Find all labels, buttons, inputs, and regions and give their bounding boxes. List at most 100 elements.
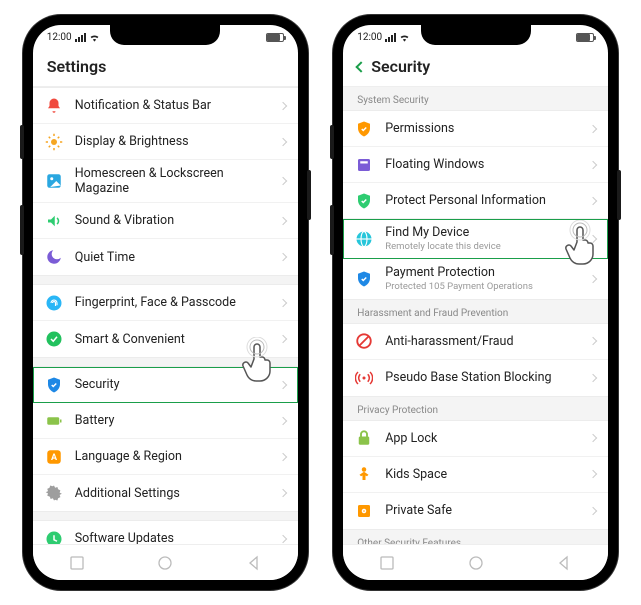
settings-row-pseudo-base-station-blocking[interactable]: Pseudo Base Station Blocking <box>343 360 608 396</box>
chevron-right-icon <box>589 507 597 515</box>
settings-row-homescreen-lockscreen-magazine[interactable]: Homescreen & Lockscreen Magazine <box>33 160 298 203</box>
chevron-right-icon <box>589 470 597 478</box>
settings-group: App Lock Kids Space Private Safe <box>343 420 608 530</box>
home-button[interactable] <box>468 555 484 571</box>
signal-icon <box>385 33 396 42</box>
signal-icon <box>75 33 86 42</box>
settings-group: Fingerprint, Face & Passcode Smart & Con… <box>33 284 298 358</box>
settings-row-protect-personal-information[interactable]: Protect Personal Information <box>343 183 608 219</box>
row-label: Display & Brightness <box>75 134 280 149</box>
chevron-right-icon <box>589 124 597 132</box>
lock-icon <box>355 429 373 447</box>
page-header: Security <box>343 49 608 87</box>
settings-row-software-updates[interactable]: Software Updates <box>33 521 298 544</box>
row-label: Language & Region <box>75 449 280 464</box>
settings-group: Software Updates About Phone <box>33 520 298 544</box>
block-icon <box>355 332 373 350</box>
recents-button[interactable] <box>69 555 85 571</box>
navigation-bar <box>343 544 608 580</box>
settings-row-kids-space[interactable]: Kids Space <box>343 457 608 493</box>
settings-row-private-safe[interactable]: Private Safe <box>343 493 608 529</box>
back-button[interactable] <box>246 555 262 571</box>
globe2-icon <box>355 230 373 248</box>
settings-row-fingerprint-face-passcode[interactable]: Fingerprint, Face & Passcode <box>33 285 298 321</box>
row-label: Homescreen & Lockscreen Magazine <box>75 166 280 196</box>
section-spacer <box>33 512 298 520</box>
row-label: Additional Settings <box>75 486 280 501</box>
page-title: Settings <box>47 57 284 76</box>
volume-button <box>330 125 334 159</box>
volume-button <box>330 205 334 255</box>
settings-row-permissions[interactable]: Permissions <box>343 111 608 147</box>
display-notch <box>110 25 220 45</box>
chevron-right-icon <box>279 137 287 145</box>
settings-group: Anti-harassment/Fraud Pseudo Base Statio… <box>343 323 608 397</box>
antenna-icon <box>355 369 373 387</box>
volume-button <box>20 125 24 159</box>
shield-icon <box>45 376 63 394</box>
settings-row-sound-vibration[interactable]: Sound & Vibration <box>33 203 298 239</box>
kid-icon <box>355 465 373 483</box>
phone-mockup-security: 12:00 Security System Security Permissio… <box>333 15 618 590</box>
chevron-right-icon <box>279 534 287 542</box>
row-label: Private Safe <box>385 503 590 518</box>
row-label: Fingerprint, Face & Passcode <box>75 295 280 310</box>
settings-row-language-region[interactable]: A Language & Region <box>33 439 298 475</box>
section-header: Privacy Protection <box>343 397 608 420</box>
settings-row-security[interactable]: Security <box>33 367 298 403</box>
display-notch <box>421 25 531 45</box>
row-label: Payment Protection <box>385 265 590 280</box>
page-header: Settings <box>33 49 298 87</box>
moon-icon <box>45 248 63 266</box>
wifi-icon <box>399 32 410 43</box>
row-label: Protect Personal Information <box>385 193 590 208</box>
shield-icon <box>355 192 373 210</box>
security-list[interactable]: System Security Permissions Floating Win… <box>343 87 608 544</box>
chevron-right-icon <box>279 216 287 224</box>
row-subtitle: Remotely locate this device <box>385 241 590 252</box>
shield-icon <box>355 270 373 288</box>
chevron-right-icon <box>589 275 597 283</box>
status-time: 12:00 <box>47 32 72 43</box>
bell-icon <box>45 97 63 115</box>
settings-row-floating-windows[interactable]: Floating Windows <box>343 147 608 183</box>
settings-row-find-my-device[interactable]: Find My Device Remotely locate this devi… <box>343 219 608 259</box>
back-button[interactable] <box>556 555 572 571</box>
chevron-right-icon <box>279 298 287 306</box>
settings-row-notification-status-bar[interactable]: Notification & Status Bar <box>33 88 298 124</box>
section-spacer <box>33 276 298 284</box>
section-header: Other Security Features <box>343 530 608 544</box>
row-label: Kids Space <box>385 467 590 482</box>
status-time: 12:00 <box>357 32 382 43</box>
back-icon[interactable] <box>356 61 367 72</box>
section-header: System Security <box>343 87 608 110</box>
row-label: Floating Windows <box>385 157 590 172</box>
settings-list[interactable]: Notification & Status Bar Display & Brig… <box>33 87 298 544</box>
row-label: App Lock <box>385 431 590 446</box>
home-button[interactable] <box>157 555 173 571</box>
chevron-right-icon <box>589 160 597 168</box>
settings-row-payment-protection[interactable]: Payment Protection Protected 105 Payment… <box>343 259 608 298</box>
recents-button[interactable] <box>379 555 395 571</box>
section-header: Harassment and Fraud Prevention <box>343 300 608 323</box>
settings-row-smart-convenient[interactable]: Smart & Convenient <box>33 321 298 357</box>
settings-row-battery[interactable]: Battery <box>33 403 298 439</box>
gear-icon <box>45 484 63 502</box>
sun-icon <box>45 133 63 151</box>
globe-icon: A <box>45 448 63 466</box>
settings-row-anti-harassment-fraud[interactable]: Anti-harassment/Fraud <box>343 324 608 360</box>
wifi-icon <box>89 32 100 43</box>
settings-row-additional-settings[interactable]: Additional Settings <box>33 475 298 511</box>
chevron-right-icon <box>589 196 597 204</box>
row-label: Software Updates <box>75 531 280 544</box>
svg-text:A: A <box>51 453 58 463</box>
row-subtitle: Protected 105 Payment Operations <box>385 281 590 292</box>
settings-row-quiet-time[interactable]: Quiet Time <box>33 239 298 275</box>
settings-row-app-lock[interactable]: App Lock <box>343 421 608 457</box>
settings-row-display-brightness[interactable]: Display & Brightness <box>33 124 298 160</box>
row-label: Notification & Status Bar <box>75 98 280 113</box>
battery-icon <box>45 412 63 430</box>
shield-icon <box>355 120 373 138</box>
row-label: Permissions <box>385 121 590 136</box>
chevron-right-icon <box>589 434 597 442</box>
